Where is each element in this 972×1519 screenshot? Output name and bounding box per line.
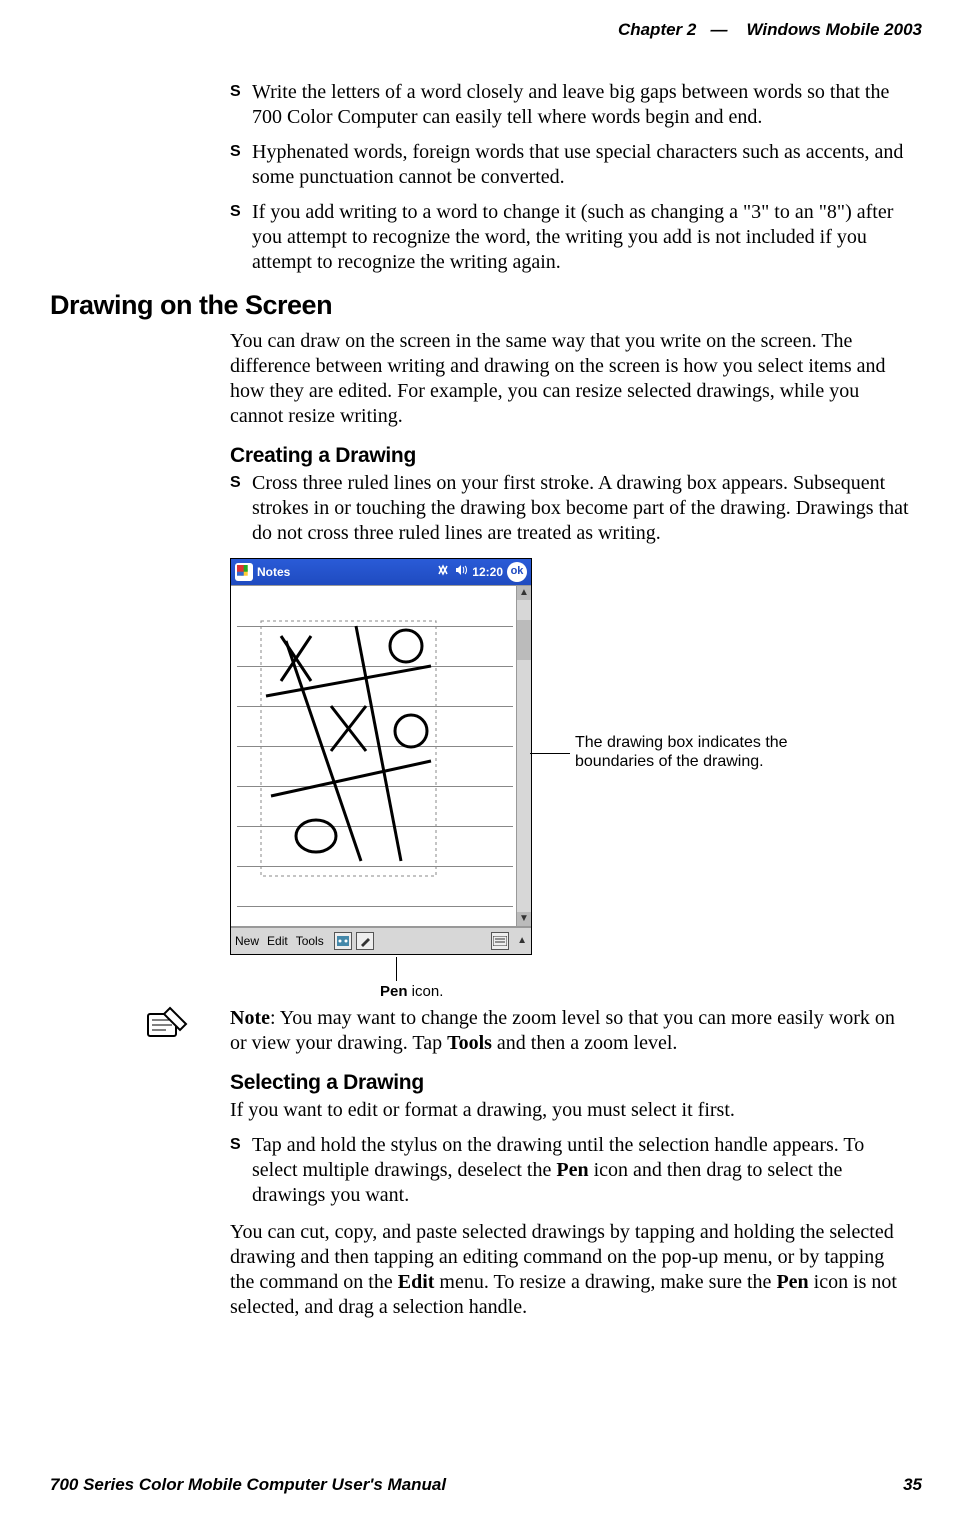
bullet-item: Cross three ruled lines on your first st… (230, 471, 912, 546)
bullet-item: Tap and hold the stylus on the drawing u… (230, 1133, 912, 1208)
bullet-item: Hyphenated words, foreign words that use… (230, 140, 912, 190)
device-toolbar: New Edit Tools ▲ (231, 927, 531, 954)
ok-button[interactable]: ok (507, 562, 527, 582)
pen-callout-line (396, 957, 397, 981)
chapter-number: 2 (687, 20, 696, 39)
note-tools: Tools (447, 1032, 492, 1054)
keyboard-icon[interactable] (491, 932, 509, 950)
note-text: Note: You may want to change the zoom le… (230, 1006, 912, 1056)
closing-mid: menu. To resize a drawing, make sure the (434, 1271, 776, 1293)
pen-icon[interactable] (356, 932, 374, 950)
scroll-up-icon[interactable]: ▲ (517, 586, 531, 600)
callout-line (530, 753, 570, 754)
selecting-intro: If you want to edit or format a drawing,… (230, 1098, 912, 1123)
device-screenshot: Notes 12:20 ok (230, 558, 532, 955)
running-header: Chapter 2 — Windows Mobile 2003 (50, 20, 922, 40)
bullet-item: Write the letters of a word closely and … (230, 80, 912, 130)
note-icon (140, 1006, 190, 1046)
device-titlebar: Notes 12:20 ok (231, 559, 531, 585)
page: Chapter 2 — Windows Mobile 2003 Write th… (0, 0, 972, 1519)
pen-label-bold: Pen (380, 983, 408, 1000)
footer: 700 Series Color Mobile Computer User's … (50, 1475, 922, 1495)
footer-manual: 700 Series Color Mobile Computer User's … (50, 1475, 446, 1495)
subsection-selecting: Selecting a Drawing (230, 1070, 912, 1096)
note-bold: Note (230, 1007, 270, 1029)
header-title: Windows Mobile 2003 (746, 20, 922, 39)
drawing-canvas: ▲ ▼ (231, 585, 531, 927)
menu-new[interactable]: New (235, 934, 259, 949)
chapter-label: Chapter (618, 20, 682, 39)
closing-pen: Pen (776, 1271, 808, 1293)
bullet-item: If you add writing to a word to change i… (230, 200, 912, 275)
footer-page: 35 (903, 1475, 922, 1495)
pen-caption: Pen icon. (380, 983, 443, 1002)
clock-text: 12:20 (472, 565, 503, 580)
menu-tools[interactable]: Tools (296, 934, 324, 949)
header-sep: — (711, 20, 728, 39)
annotation-text: The drawing box indicates the boundaries… (575, 733, 795, 771)
creating-bullets: Cross three ruled lines on your first st… (230, 471, 912, 546)
scroll-down-icon[interactable]: ▼ (517, 912, 531, 926)
section-heading: Drawing on the Screen (50, 289, 912, 323)
selecting-bullets: Tap and hold the stylus on the drawing u… (230, 1133, 912, 1208)
scrollbar[interactable]: ▲ ▼ (516, 586, 531, 926)
sip-up-icon[interactable]: ▲ (517, 935, 527, 948)
intro-bullets: Write the letters of a word closely and … (230, 80, 912, 275)
figure: Notes 12:20 ok (230, 558, 912, 998)
body-column: Write the letters of a word closely and … (230, 80, 912, 1320)
menu-edit[interactable]: Edit (267, 934, 288, 949)
app-title: Notes (257, 565, 290, 580)
start-flag-icon (235, 563, 253, 581)
section-paragraph: You can draw on the screen in the same w… (230, 329, 912, 429)
closing-edit: Edit (398, 1271, 435, 1293)
scroll-thumb[interactable] (517, 620, 531, 660)
drawing-strokes (231, 586, 517, 926)
note-body-2: and then a zoom level. (492, 1032, 678, 1054)
closing-paragraph: You can cut, copy, and paste selected dr… (230, 1220, 912, 1320)
note-block: Note: You may want to change the zoom le… (140, 1006, 912, 1056)
subsection-creating: Creating a Drawing (230, 443, 912, 469)
pen-label-rest: icon. (408, 983, 444, 1000)
connectivity-icon (436, 563, 450, 581)
sel-bullet-pen: Pen (556, 1159, 588, 1181)
speaker-icon (454, 563, 468, 581)
cassette-icon[interactable] (334, 932, 352, 950)
